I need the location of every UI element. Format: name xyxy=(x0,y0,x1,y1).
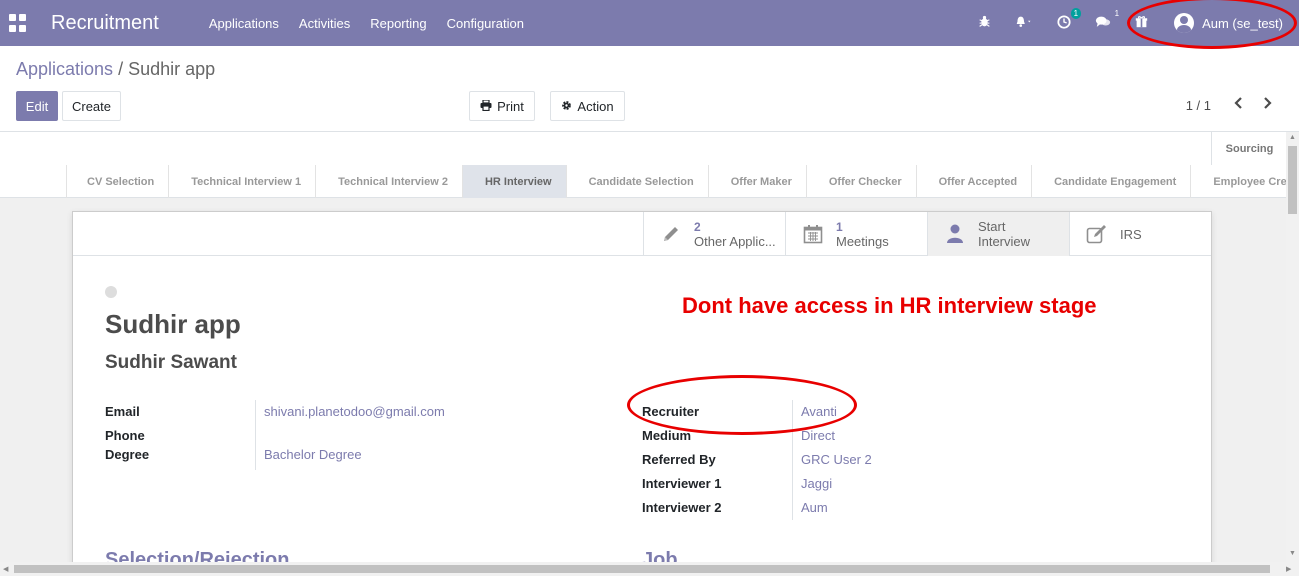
app-brand[interactable]: Recruitment xyxy=(51,12,159,35)
stage-cv-selection[interactable]: CV Selection xyxy=(66,165,168,198)
annotation-text: Dont have access in HR interview stage xyxy=(682,293,1097,318)
pager-next-icon[interactable] xyxy=(1262,96,1272,115)
user-icon xyxy=(944,223,966,245)
messages-count: 1 xyxy=(1114,9,1120,18)
breadcrumb: Applications / Sudhir app xyxy=(16,59,215,80)
partner-name: Sudhir Sawant xyxy=(105,352,237,373)
interviewer-2-label: Interviewer 2 xyxy=(642,500,722,515)
print-label: Print xyxy=(497,98,524,114)
phone-label: Phone xyxy=(105,428,145,443)
stage-employee-creation[interactable]: Employee Creation xyxy=(1190,165,1299,198)
horizontal-scroll-thumb[interactable] xyxy=(14,565,1270,573)
breadcrumb-separator: / xyxy=(118,59,124,79)
activity-clock-icon[interactable]: 1 xyxy=(1057,7,1082,32)
pencil-icon xyxy=(660,223,682,245)
stage-offer-checker[interactable]: Offer Checker xyxy=(805,165,916,198)
apps-menu-icon[interactable] xyxy=(9,14,27,32)
messages-chat-icon[interactable]: 1 xyxy=(1095,9,1119,31)
stage-sourcing[interactable]: Sourcing xyxy=(1211,132,1287,165)
edit-icon xyxy=(1086,223,1108,245)
stage-candidate-engagement[interactable]: Candidate Engagement xyxy=(1031,165,1190,198)
menu-configuration[interactable]: Configuration xyxy=(437,16,534,31)
stage-technical-interview-1[interactable]: Technical Interview 1 xyxy=(168,165,315,198)
create-button[interactable]: Create xyxy=(62,91,121,121)
email-value[interactable]: shivani.planetodoo@gmail.com xyxy=(264,404,445,419)
vertical-scrollbar[interactable]: ▲ ▼ xyxy=(1286,132,1299,562)
menu-activities[interactable]: Activities xyxy=(289,16,360,31)
vertical-scroll-thumb[interactable] xyxy=(1288,146,1297,214)
interviewer-2-value[interactable]: Aum xyxy=(801,500,828,515)
degree-value[interactable]: Bachelor Degree xyxy=(264,447,362,462)
notification-bell-icon[interactable] xyxy=(1015,15,1033,31)
menu-applications[interactable]: Applications xyxy=(199,16,289,31)
pager-previous-icon[interactable] xyxy=(1234,96,1244,115)
print-button[interactable]: Print xyxy=(469,91,535,121)
scroll-right-icon[interactable]: ▶ xyxy=(1286,565,1291,573)
stage-statusbar: Sourcing CV Selection Technical Intervie… xyxy=(0,132,1299,198)
stage-hr-interview[interactable]: HR Interview xyxy=(461,165,566,198)
priority-dot[interactable] xyxy=(105,286,117,298)
record-title: Sudhir app xyxy=(105,309,241,339)
scroll-up-icon[interactable]: ▲ xyxy=(1289,134,1296,141)
degree-label: Degree xyxy=(105,447,150,462)
interviewer-1-value[interactable]: Jaggi xyxy=(801,476,832,491)
interviewer-1-label: Interviewer 1 xyxy=(642,476,722,491)
left-group-divider xyxy=(255,400,256,470)
other-applications-label: Other Applic... xyxy=(694,233,776,249)
breadcrumb-applications[interactable]: Applications xyxy=(16,59,113,79)
smart-button-box: 2 Other Applic... 1 Meetings Start Intervi… xyxy=(73,212,1211,256)
stage-list: CV Selection Technical Interview 1 Techn… xyxy=(66,165,1299,198)
irs-button[interactable]: IRS xyxy=(1069,212,1211,256)
print-icon xyxy=(480,98,492,114)
scroll-down-icon[interactable]: ▼ xyxy=(1289,550,1296,557)
start-interview-button[interactable]: Start Interview xyxy=(927,212,1069,256)
referred-by-value[interactable]: GRC User 2 xyxy=(801,452,872,467)
meetings-button[interactable]: 1 Meetings xyxy=(785,212,927,256)
action-button[interactable]: Action xyxy=(550,91,625,121)
debug-bug-icon[interactable] xyxy=(978,15,991,31)
medium-value[interactable]: Direct xyxy=(801,428,835,443)
recruiter-annotation-ellipse xyxy=(627,375,857,435)
meetings-count: 1 xyxy=(836,219,843,234)
other-applications-count: 2 xyxy=(694,219,701,234)
main-menu: Applications Activities Reporting Config… xyxy=(199,16,534,31)
pager-value[interactable]: 1 / 1 xyxy=(1186,98,1211,113)
activity-badge: 1 xyxy=(1070,7,1082,19)
edit-button[interactable]: Edit xyxy=(16,91,58,121)
breadcrumb-current: Sudhir app xyxy=(128,59,216,79)
stage-technical-interview-2[interactable]: Technical Interview 2 xyxy=(315,165,462,198)
calendar-icon xyxy=(802,223,824,245)
stage-offer-maker[interactable]: Offer Maker xyxy=(707,165,806,198)
horizontal-scrollbar[interactable]: ◀ ▶ xyxy=(0,562,1299,576)
meetings-label: Meetings xyxy=(836,233,889,249)
irs-label: IRS xyxy=(1120,226,1142,242)
stage-candidate-selection[interactable]: Candidate Selection xyxy=(565,165,708,198)
gear-icon xyxy=(561,99,572,114)
stage-offer-accepted[interactable]: Offer Accepted xyxy=(915,165,1031,198)
top-navbar: Recruitment Applications Activities Repo… xyxy=(0,0,1299,46)
referred-by-label: Referred By xyxy=(642,452,716,467)
menu-reporting[interactable]: Reporting xyxy=(360,16,436,31)
action-label: Action xyxy=(577,98,614,114)
other-applications-button[interactable]: 2 Other Applic... xyxy=(643,212,785,256)
email-label: Email xyxy=(105,404,140,419)
scroll-left-icon[interactable]: ◀ xyxy=(3,565,8,573)
control-panel: Applications / Sudhir app Edit Create Pr… xyxy=(0,46,1299,132)
start-interview-label: Start Interview xyxy=(978,219,1031,249)
